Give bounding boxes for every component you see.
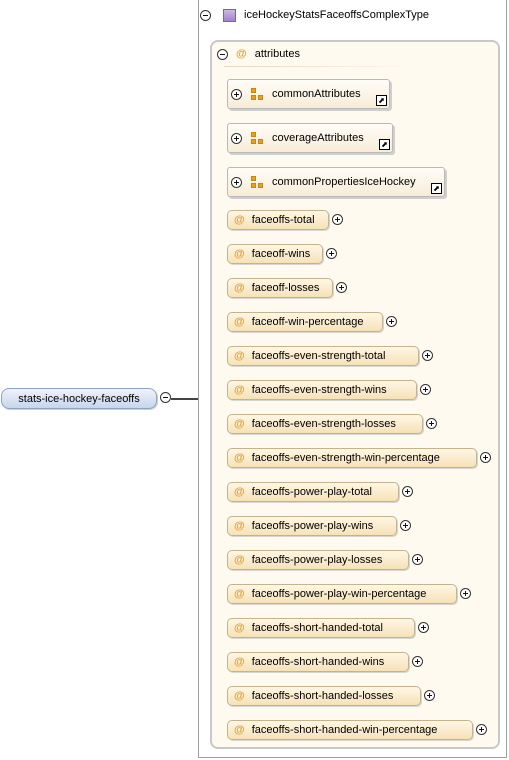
expand-plus-icon[interactable]: [231, 176, 242, 188]
attribute-item[interactable]: @ faceoffs-power-play-win-percentage: [227, 584, 457, 604]
expand-plus-icon[interactable]: [480, 452, 491, 463]
attribute-group-ref[interactable]: coverageAttributes ⬈: [227, 123, 393, 153]
attribute-label: faceoffs-even-strength-wins: [251, 384, 387, 396]
link-arrow-icon[interactable]: ⬈: [379, 139, 390, 150]
root-element[interactable]: stats-ice-hockey-faceoffs: [1, 388, 157, 409]
attribute-at-icon: @: [234, 588, 245, 600]
attribute-item[interactable]: @ faceoffs-power-play-total: [227, 482, 399, 502]
attribute-label: faceoffs-total: [251, 214, 315, 226]
link-arrow-icon[interactable]: ⬈: [431, 183, 442, 194]
attribute-at-icon: @: [234, 452, 245, 464]
expand-plus-icon[interactable]: [386, 316, 397, 327]
attribute-group-ref[interactable]: commonPropertiesIceHockey ⬈: [227, 167, 445, 197]
attribute-at-icon: @: [234, 656, 245, 668]
attribute-at-icon: @: [234, 724, 245, 736]
expand-plus-icon[interactable]: [460, 588, 471, 599]
attribute-at-icon: @: [234, 486, 245, 498]
attribute-at-icon: @: [234, 690, 245, 702]
attribute-at-icon: @: [234, 384, 245, 396]
root-element-label: stats-ice-hockey-faceoffs: [18, 392, 140, 405]
attributes-header-divider: [224, 66, 420, 67]
attribute-label: faceoffs-even-strength-total: [251, 350, 386, 362]
attribute-item[interactable]: @ faceoff-losses: [227, 278, 333, 298]
attribute-label: faceoff-wins: [251, 248, 311, 260]
attribute-label: faceoffs-power-play-win-percentage: [251, 588, 427, 600]
attribute-at-icon: @: [234, 554, 245, 566]
attribute-label: faceoffs-power-play-total: [251, 486, 372, 498]
attribute-item[interactable]: @ faceoff-wins: [227, 244, 323, 264]
expand-plus-icon[interactable]: [412, 554, 423, 565]
attribute-at-icon: @: [236, 48, 247, 60]
attribute-label: faceoffs-short-handed-win-percentage: [251, 724, 438, 736]
attribute-item[interactable]: @ faceoffs-short-handed-wins: [227, 652, 409, 672]
attributes-group-header[interactable]: @ attributes: [217, 46, 300, 62]
expand-plus-icon[interactable]: [400, 520, 411, 531]
attribute-item[interactable]: @ faceoffs-short-handed-total: [227, 618, 415, 638]
root-collapse-icon[interactable]: [160, 392, 171, 403]
attribute-at-icon: @: [234, 214, 245, 226]
expand-plus-icon[interactable]: [422, 350, 433, 361]
attribute-at-icon: @: [234, 350, 245, 362]
attribute-at-icon: @: [234, 418, 245, 430]
attribute-item[interactable]: @ faceoffs-even-strength-total: [227, 346, 419, 366]
expand-plus-icon[interactable]: [418, 622, 429, 633]
attribute-group-label: coverageAttributes: [272, 132, 364, 144]
attribute-at-icon: @: [234, 520, 245, 532]
attribute-group-icon: [251, 176, 263, 188]
attribute-label: faceoff-win-percentage: [251, 316, 364, 328]
attribute-item[interactable]: @ faceoff-win-percentage: [227, 312, 383, 332]
attribute-group-icon: [251, 88, 263, 100]
expand-plus-icon[interactable]: [332, 214, 343, 225]
attribute-label: faceoffs-short-handed-wins: [251, 656, 385, 668]
expand-plus-icon[interactable]: [424, 690, 435, 701]
expand-plus-icon[interactable]: [412, 656, 423, 667]
attributes-collapse-icon[interactable]: [217, 48, 228, 60]
attribute-label: faceoffs-power-play-wins: [251, 520, 374, 532]
expand-plus-icon[interactable]: [420, 384, 431, 395]
attribute-at-icon: @: [234, 316, 245, 328]
attribute-item[interactable]: @ faceoffs-even-strength-win-percentage: [227, 448, 477, 468]
attribute-label: faceoffs-short-handed-total: [251, 622, 383, 634]
attribute-label: faceoffs-short-handed-losses: [251, 690, 394, 702]
complex-type-title: iceHockeyStatsFaceoffsComplexType: [244, 9, 430, 21]
attribute-item[interactable]: @ faceoffs-short-handed-losses: [227, 686, 421, 706]
link-arrow-icon[interactable]: ⬈: [376, 95, 387, 106]
attribute-label: faceoffs-even-strength-win-percentage: [251, 452, 440, 464]
expand-plus-icon[interactable]: [476, 724, 487, 735]
expand-plus-icon[interactable]: [326, 248, 337, 259]
attributes-group-label: attributes: [254, 48, 300, 60]
expand-plus-icon[interactable]: [402, 486, 413, 497]
attribute-item[interactable]: @ faceoffs-even-strength-wins: [227, 380, 417, 400]
attribute-group-label: commonPropertiesIceHockey: [272, 176, 416, 188]
attribute-label: faceoffs-power-play-losses: [251, 554, 383, 566]
attribute-at-icon: @: [234, 248, 245, 260]
attribute-item[interactable]: @ faceoffs-short-handed-win-percentage: [227, 720, 473, 740]
attribute-label: faceoff-losses: [251, 282, 320, 294]
attribute-item[interactable]: @ faceoffs-power-play-losses: [227, 550, 409, 570]
attribute-group-label: commonAttributes: [272, 88, 361, 100]
attribute-at-icon: @: [234, 282, 245, 294]
attribute-item[interactable]: @ faceoffs-total: [227, 210, 329, 230]
attribute-label: faceoffs-even-strength-losses: [251, 418, 396, 430]
attribute-item[interactable]: @ faceoffs-power-play-wins: [227, 516, 397, 536]
attribute-item[interactable]: @ faceoffs-even-strength-losses: [227, 414, 423, 434]
expand-plus-icon[interactable]: [231, 88, 242, 100]
attribute-group-ref[interactable]: commonAttributes ⬈: [227, 79, 390, 109]
expand-plus-icon[interactable]: [231, 132, 242, 144]
expand-plus-icon[interactable]: [336, 282, 347, 293]
expand-plus-icon[interactable]: [426, 418, 437, 429]
complex-type-icon: [223, 8, 236, 22]
attribute-at-icon: @: [234, 622, 245, 634]
complex-type-header[interactable]: iceHockeyStatsFaceoffsComplexType: [200, 5, 429, 25]
complex-type-collapse-icon[interactable]: [200, 9, 211, 21]
attribute-group-icon: [251, 132, 263, 144]
